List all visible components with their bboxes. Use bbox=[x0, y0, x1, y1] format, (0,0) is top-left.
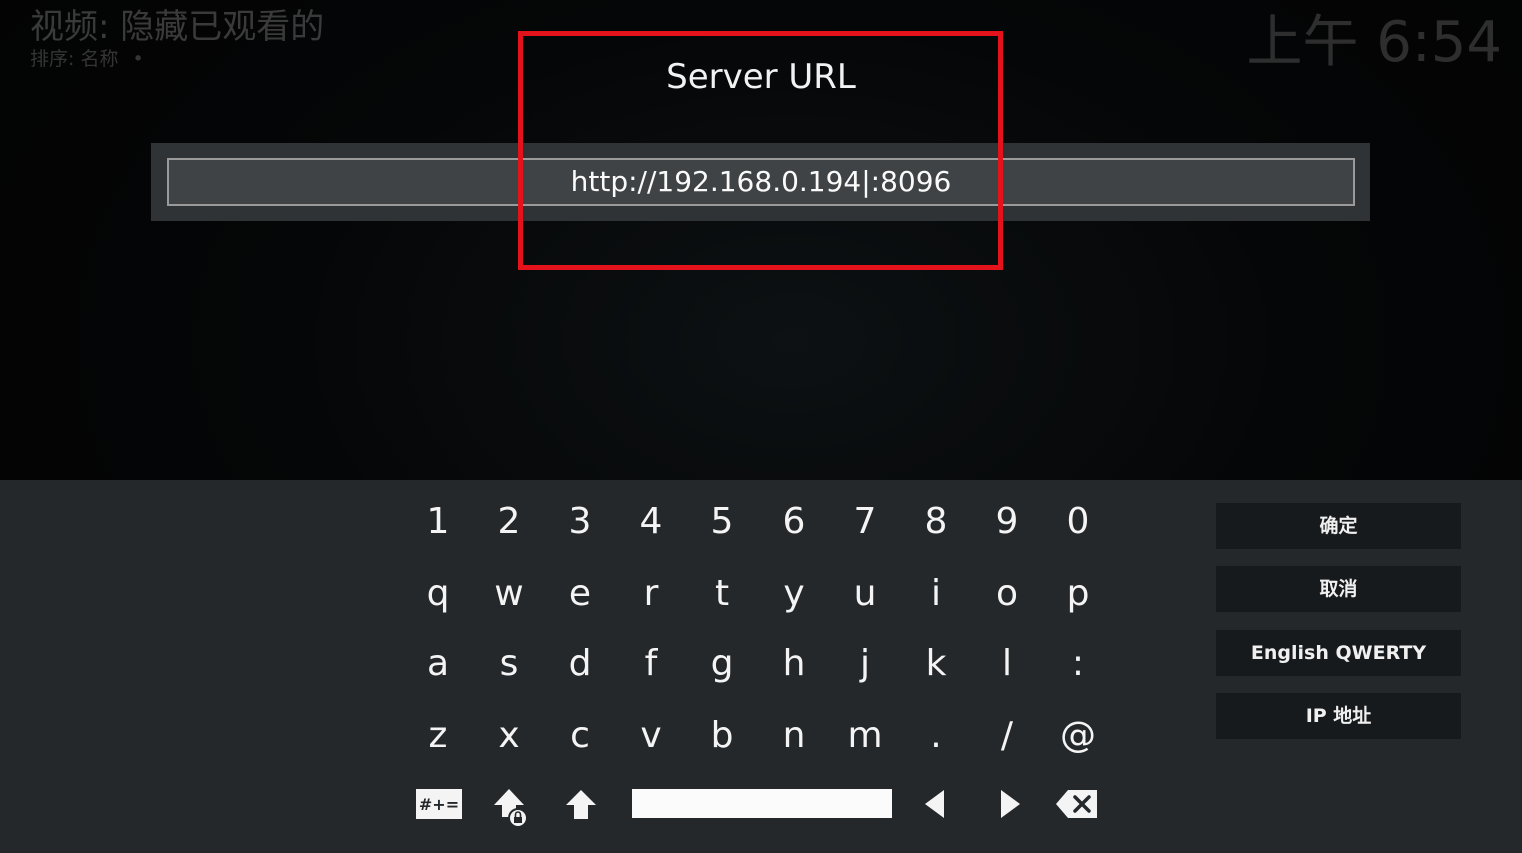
key-22[interactable]: d bbox=[550, 640, 610, 688]
cancel-button[interactable]: 取消 bbox=[1216, 566, 1461, 612]
key-6[interactable]: 7 bbox=[835, 498, 895, 546]
key-7[interactable]: 8 bbox=[906, 498, 966, 546]
key-38[interactable]: / bbox=[977, 712, 1037, 760]
key-2[interactable]: 3 bbox=[550, 498, 610, 546]
arrow-left-icon[interactable] bbox=[918, 787, 952, 821]
ip-address-button[interactable]: IP 地址 bbox=[1216, 693, 1461, 739]
key-34[interactable]: b bbox=[692, 712, 752, 760]
key-13[interactable]: r bbox=[621, 570, 681, 618]
shift-lock-icon[interactable] bbox=[492, 785, 532, 829]
key-0[interactable]: 1 bbox=[408, 498, 468, 546]
key-17[interactable]: i bbox=[906, 570, 966, 618]
keyboard-layout-button[interactable]: English QWERTY bbox=[1216, 630, 1461, 676]
key-35[interactable]: n bbox=[764, 712, 824, 760]
key-21[interactable]: s bbox=[479, 640, 539, 688]
key-4[interactable]: 5 bbox=[692, 498, 752, 546]
onscreen-keyboard: 1 2 3 4 5 6 7 8 9 0 q w e r t y u i o p a s d f g h j k l: z x c v b n m. / @… bbox=[0, 480, 1522, 853]
key-8[interactable]: 9 bbox=[977, 498, 1037, 546]
background-title: 视频: 隐藏已观看的 bbox=[30, 7, 325, 47]
arrow-right-icon[interactable] bbox=[993, 787, 1027, 821]
key-3[interactable]: 4 bbox=[621, 498, 681, 546]
key-31[interactable]: x bbox=[479, 712, 539, 760]
key-10[interactable]: q bbox=[408, 570, 468, 618]
space-bar[interactable] bbox=[632, 789, 892, 818]
key-39[interactable]: @ bbox=[1048, 712, 1108, 760]
key-9[interactable]: 0 bbox=[1048, 498, 1108, 546]
ok-button[interactable]: 确定 bbox=[1216, 503, 1461, 549]
key-27[interactable]: k bbox=[906, 640, 966, 688]
key-5[interactable]: 6 bbox=[764, 498, 824, 546]
shift-icon[interactable] bbox=[563, 787, 599, 823]
symbols-icon[interactable]: #+= bbox=[416, 789, 462, 819]
keyboard-dialog-screen: 视频: 隐藏已观看的 排序: 名称 • 上午 6:54 Server URL ht… bbox=[0, 0, 1522, 853]
key-23[interactable]: f bbox=[621, 640, 681, 688]
key-26[interactable]: j bbox=[835, 640, 895, 688]
key-36[interactable]: m bbox=[835, 712, 895, 760]
input-panel: http://192.168.0.194|:8096 bbox=[151, 143, 1370, 221]
key-15[interactable]: y bbox=[764, 570, 824, 618]
key-11[interactable]: w bbox=[479, 570, 539, 618]
key-20[interactable]: a bbox=[408, 640, 468, 688]
key-19[interactable]: p bbox=[1048, 570, 1108, 618]
key-12[interactable]: e bbox=[550, 570, 610, 618]
key-25[interactable]: h bbox=[764, 640, 824, 688]
key-32[interactable]: c bbox=[550, 712, 610, 760]
backspace-icon[interactable] bbox=[1055, 788, 1099, 820]
key-30[interactable]: z bbox=[408, 712, 468, 760]
key-33[interactable]: v bbox=[621, 712, 681, 760]
key-14[interactable]: t bbox=[692, 570, 752, 618]
key-29[interactable]: : bbox=[1048, 640, 1108, 688]
key-16[interactable]: u bbox=[835, 570, 895, 618]
key-1[interactable]: 2 bbox=[479, 498, 539, 546]
key-18[interactable]: o bbox=[977, 570, 1037, 618]
key-24[interactable]: g bbox=[692, 640, 752, 688]
server-url-input[interactable]: http://192.168.0.194|:8096 bbox=[167, 158, 1355, 206]
key-37[interactable]: . bbox=[906, 712, 966, 760]
dialog-title: Server URL bbox=[666, 57, 856, 97]
symbols-label: #+= bbox=[419, 795, 459, 814]
key-28[interactable]: l bbox=[977, 640, 1037, 688]
